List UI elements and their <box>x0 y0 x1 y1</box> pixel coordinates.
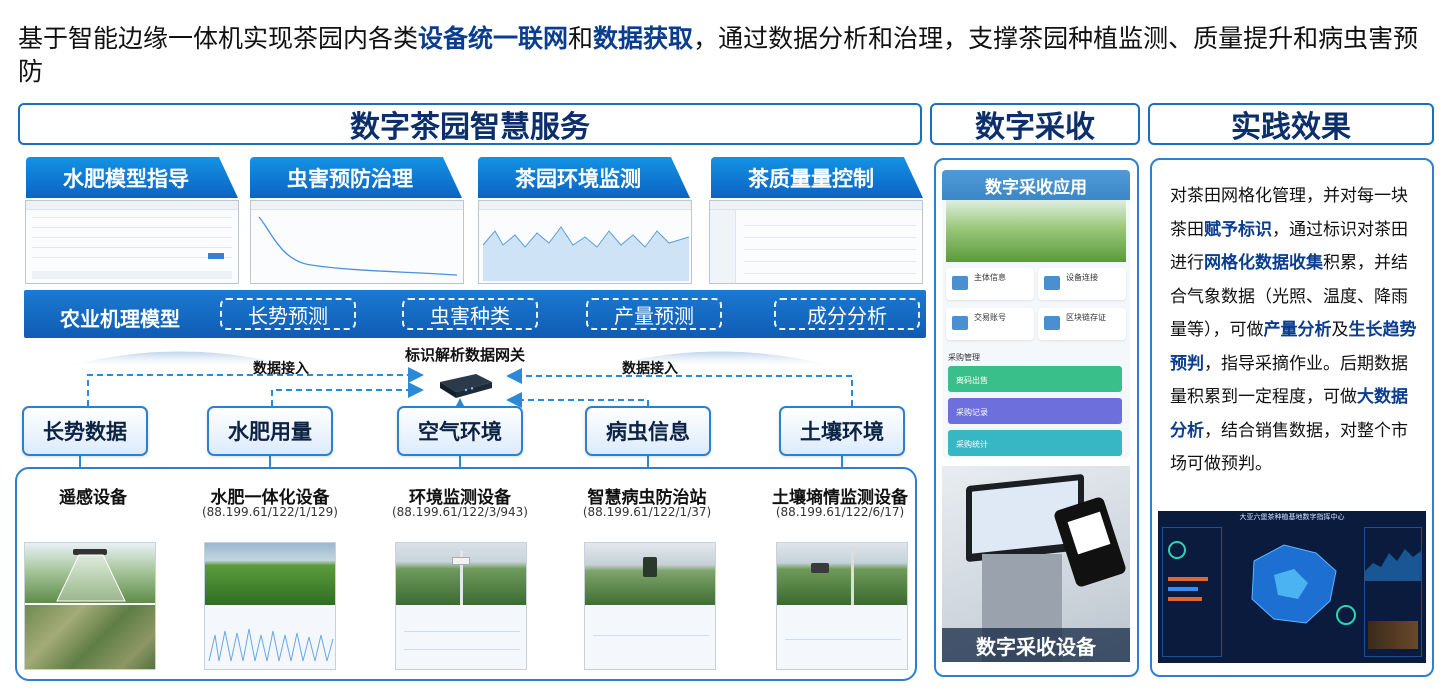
user-icon <box>952 316 968 330</box>
sell-button[interactable]: 离码出售 <box>948 366 1122 392</box>
environment-device-image <box>395 542 527 670</box>
dashboard-title: 大亚六堡茶种植基地数字指挥中心 <box>1239 513 1345 521</box>
purchase-stats-button[interactable]: 采购统计 <box>948 430 1122 456</box>
card-device-connect-label: 设备连接 <box>1066 273 1098 282</box>
device-id-pest-station: (88.199.61/122/1/37) <box>582 505 712 519</box>
device-id-soil: (88.199.61/122/6/17) <box>775 505 905 519</box>
effect-highlight-3: 产量分析 <box>1263 320 1332 340</box>
data-type-growth[interactable]: 长势数据 <box>22 406 148 456</box>
data-type-fertigation[interactable]: 水肥用量 <box>207 406 333 456</box>
device-id-environment: (88.199.61/122/3/943) <box>391 505 528 519</box>
effect-highlight-1: 赋予标识 <box>1204 219 1272 240</box>
fertigation-device-image <box>204 542 336 670</box>
data-type-air[interactable]: 空气环境 <box>397 406 523 456</box>
connector-soil <box>506 368 853 406</box>
command-center-dashboard: 大亚六堡茶种植基地数字指挥中心 <box>1158 511 1426 663</box>
pest-station-image <box>584 542 716 670</box>
device-name-remote-sensing: 遥感设备 <box>59 488 127 508</box>
card-blockchain[interactable]: 区块链存证 <box>1038 308 1126 340</box>
effect-highlight-2: 网格化数据收集 <box>1204 253 1323 273</box>
card-trade-account[interactable]: 交易账号 <box>946 308 1034 340</box>
gateway-label: 标识解析数据网关 <box>405 346 526 364</box>
cloud-icon <box>1044 316 1060 330</box>
printer-icon <box>1044 276 1060 290</box>
card-device-connect[interactable]: 设备连接 <box>1038 268 1126 300</box>
effect-description: 对茶田网格化管理，并对每一块茶田赋予标识，通过标识对茶田进行网格化数据收集积累，… <box>1170 180 1422 482</box>
data-access-label-right: 数据接入 <box>622 361 678 377</box>
card-entity-info-label: 主体信息 <box>974 273 1006 282</box>
connector-fertigation <box>271 382 424 406</box>
data-type-soil[interactable]: 土壤环境 <box>779 406 905 456</box>
harvest-device-label: 数字采收设备 <box>942 628 1130 662</box>
data-type-pest[interactable]: 病虫信息 <box>585 406 711 456</box>
gateway-device-icon <box>440 374 492 398</box>
card-trade-account-label: 交易账号 <box>974 313 1006 322</box>
harvest-app-title: 数字采收应用 <box>942 170 1130 200</box>
soil-device-image <box>776 542 908 670</box>
tea-leaf-banner <box>946 200 1126 262</box>
device-id-fertigation: (88.199.61/122/1/129) <box>201 505 338 519</box>
purchase-management-label: 采购管理 <box>948 353 980 362</box>
card-blockchain-label: 区块链存证 <box>1066 313 1106 322</box>
effect-text-6: ，结合销售数据，对整个市场可做预判。 <box>1170 420 1408 475</box>
effect-text-4: 及 <box>1331 320 1349 340</box>
building-icon <box>952 276 968 290</box>
data-access-label-left: 数据接入 <box>253 361 309 377</box>
purchase-records-button[interactable]: 采购记录 <box>948 398 1122 424</box>
region-map <box>1251 544 1356 625</box>
remote-sensing-image <box>24 542 156 670</box>
card-entity-info[interactable]: 主体信息 <box>946 268 1034 300</box>
harvest-app-screen: 数字采收应用 主体信息 设备连接 交易账号 区块链存证 采购管理 离码出售 采购… <box>942 170 1130 458</box>
